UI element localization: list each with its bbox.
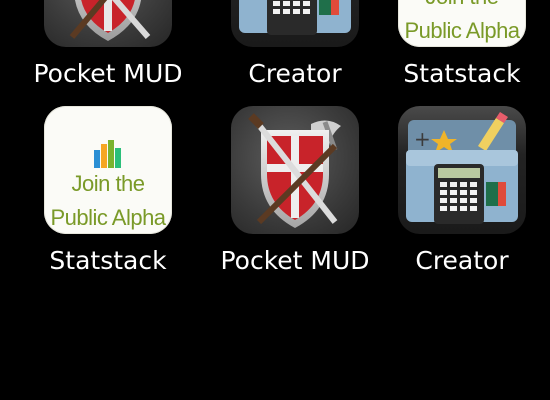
app-pocket-mud[interactable]: Pocket MUD <box>215 106 375 296</box>
icon-text-line1: Join the <box>71 171 145 196</box>
svg-text:+: + <box>414 127 431 151</box>
bar-chart-icon: Join the Public Alpha <box>44 106 172 234</box>
app-pocket-mud-top[interactable]: Pocket MUD <box>28 0 188 109</box>
app-label: Statstack <box>49 246 167 275</box>
app-creator-top[interactable]: Creator <box>215 0 375 109</box>
app-label: Pocket MUD <box>33 59 183 88</box>
app-label: Creator <box>415 246 509 275</box>
icon-text-line2: Public Alpha <box>50 205 166 230</box>
app-statstack[interactable]: Join the Public Alpha Statstack <box>28 106 188 296</box>
shield-swords-icon <box>44 0 172 47</box>
icon-text-line2: Public Alpha <box>404 18 520 43</box>
app-label: Statstack <box>403 59 521 88</box>
folder-calculator-icon <box>231 0 359 47</box>
shield-swords-icon <box>231 106 359 234</box>
app-creator[interactable]: + Creator <box>382 106 542 296</box>
bar-chart-icon: Join the Public Alpha <box>398 0 526 47</box>
app-statstack-top[interactable]: Join the Public Alpha Statstack <box>382 0 542 109</box>
home-screen: Pocket MUD Creator Join the Public A <box>0 0 550 400</box>
folder-calculator-icon: + <box>398 106 526 234</box>
icon-text-line1: Join the <box>398 0 526 9</box>
